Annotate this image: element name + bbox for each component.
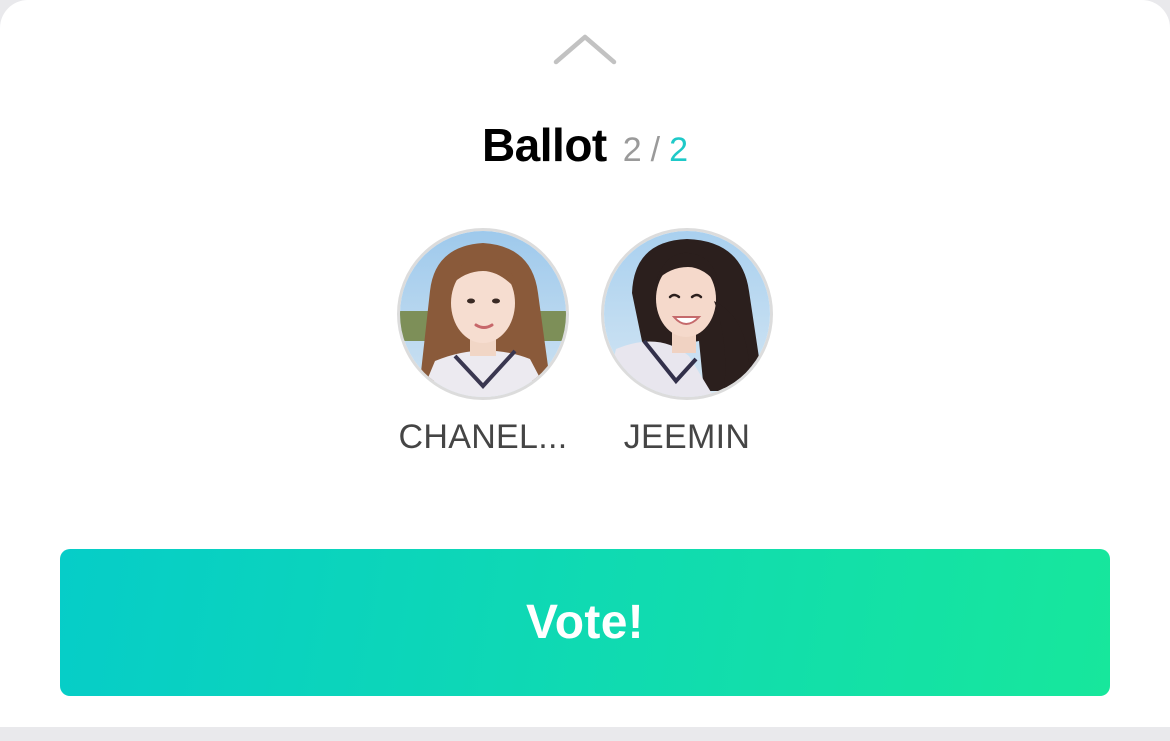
vote-button[interactable]: Vote! [60,549,1110,696]
divider [60,724,260,727]
avatar [397,228,569,400]
candidate-name: JEEMIN [623,418,751,456]
candidate-item[interactable]: CHANEL... [393,228,573,457]
avatar [601,228,773,400]
chevron-up-icon[interactable] [550,30,620,70]
ballot-separator: / [650,131,661,169]
page-title: Ballot [481,119,607,171]
ballot-total: 2 [669,131,689,169]
candidate-item[interactable]: JEEMIN [597,228,777,457]
ballot-current: 2 [622,131,642,169]
ballot-header: Ballot 2/2 [0,118,1170,178]
avatar-photo-icon [400,231,566,397]
ballot-count: 2/2 [623,131,688,170]
ballot-sheet: Ballot 2/2 CHANEL... JEEMIN Vote! [0,0,1170,727]
avatar-photo-icon [604,231,770,397]
candidate-name: CHANEL... [398,418,568,456]
